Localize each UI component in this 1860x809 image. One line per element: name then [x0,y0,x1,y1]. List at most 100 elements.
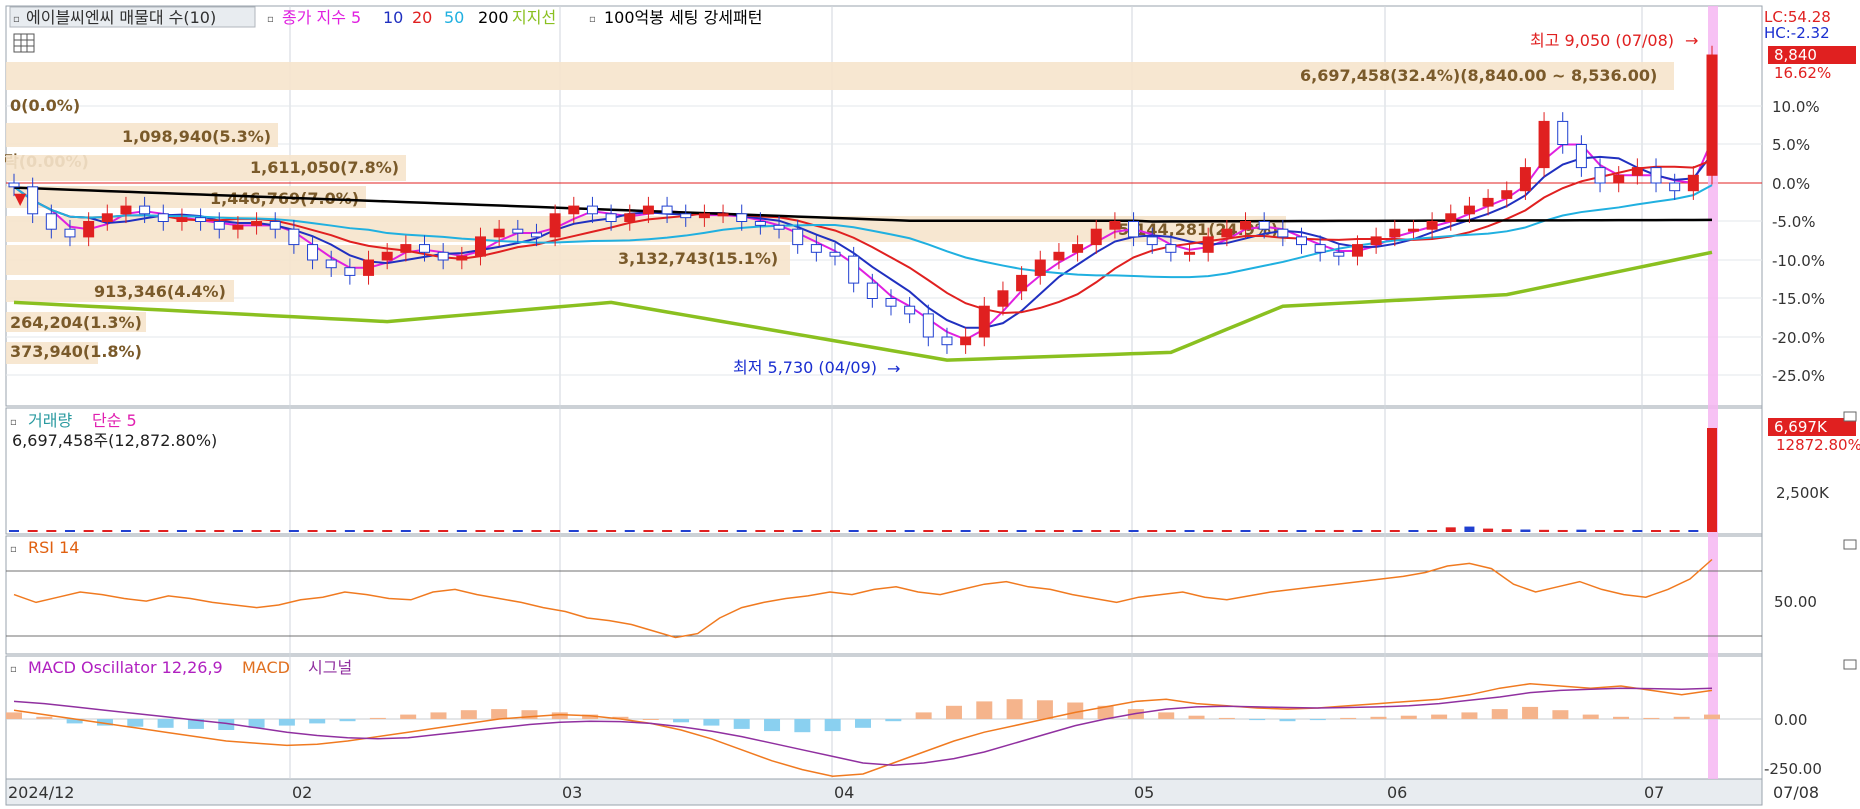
candle-body [624,213,636,223]
volume-bar [120,530,131,532]
signal-label: 시그널 [308,658,352,677]
volume-bar [1707,428,1717,532]
x-axis-label: 06 [1387,783,1407,802]
macd-oscillator-bar [764,719,781,732]
volume-bar [1576,529,1587,532]
macd-oscillator-bar [1431,714,1448,719]
high-arrow-icon: → [1685,31,1698,50]
price-ytick: -20.0% [1772,329,1825,347]
volume-bar [923,530,934,532]
macd-oscillator-bar [1036,700,1053,719]
x-axis-label: 04 [834,783,854,802]
volume-bar [232,530,243,532]
volume-bar [27,530,38,532]
volume-bar [1259,530,1270,532]
volume-close-icon[interactable] [1843,411,1857,422]
candle-body [1594,167,1606,184]
volume-bar [382,530,393,532]
volume-bar [680,530,691,532]
grid-toggle-icon[interactable] [13,33,35,53]
volume-value-text: 6,697,458주(12,872.80%) [12,431,217,450]
volume-square-icon: ▫ [10,417,17,428]
legend-item: 종가 지수 5 [282,8,361,27]
candle-body [381,251,393,261]
volume-panel-frame [5,407,1763,535]
candle-body [1258,221,1270,230]
volume-bar [1035,530,1046,532]
macd-oscillator-bar [6,712,22,719]
macd-oscillator-bar [945,705,962,719]
candle-body [512,228,524,234]
volume-bar [214,530,225,532]
candle-body [8,182,20,188]
candle-body [1333,251,1345,257]
volume-bar [811,530,822,532]
candle-body [269,221,281,230]
volume-pct-text: 12872.80% [1776,436,1860,454]
volume-bar [606,530,617,532]
rsi-close-icon[interactable] [1843,539,1857,550]
volume-bar [419,530,430,532]
candle-body [1613,174,1625,184]
volume-bar [1595,530,1606,532]
candle-body [474,236,486,257]
volume-bar [997,530,1008,532]
right-axis: LC:54.28 HC:-2.32 8,840 16.62% 10.0%5.0%… [1764,8,1860,778]
rsi-square-icon: ▫ [10,544,17,555]
candle-body [232,224,244,230]
candle-body [1426,221,1438,230]
current-price-text: 8,840 [1774,46,1817,64]
volume-bar [326,530,337,532]
volume-bar [736,530,747,532]
candle-body [437,251,449,261]
volume-bar [531,530,542,532]
candle-body [792,228,804,246]
candle-body [493,228,505,238]
candle-body [885,298,897,307]
volume-bar [288,530,299,532]
macd-close-icon[interactable] [1843,659,1857,670]
candle-body [363,259,375,276]
candle-body [195,217,207,222]
candle-body [288,228,300,246]
legend-item: 200 [478,8,509,27]
macd-oscillator-bar [855,719,871,728]
candle-body [680,213,692,219]
volume-bar [1427,530,1438,532]
volume-bar [1464,526,1475,532]
volume-bar [755,530,766,532]
volume-bar [1315,530,1326,532]
volume-profile-label: 264,204(1.3%) [10,313,142,332]
x-axis-right-label: 07/08 [1773,783,1819,802]
candle-body [45,213,57,230]
x-axis-label: 02 [292,783,312,802]
macd-oscillator-bar [794,719,811,733]
candle-body [456,255,468,261]
x-axis-label: 05 [1134,783,1154,802]
volume-bar [1501,529,1512,532]
volume-bar [624,530,635,532]
candle-body [1351,244,1363,257]
candle-body [400,244,412,253]
volume-bar [1669,530,1680,532]
candle-body [1538,120,1550,169]
candle-body [922,313,934,338]
volume-bar [587,530,598,532]
current-pct-text: 16.62% [1774,64,1831,82]
price-ytick: 10.0% [1772,98,1820,116]
macd-oscillator-bar [278,719,295,726]
candle-body [1184,251,1196,255]
candle-body [213,221,225,230]
legend-square-icon: ▫ [267,14,274,25]
candle-body [1575,144,1587,169]
volume-bar [1389,530,1400,532]
macd-oscillator-bar [1613,716,1630,719]
volume-bar [1408,530,1419,532]
volume-ytick: 2,500K [1776,484,1830,502]
macd-oscillator-bar [1491,709,1508,719]
volume-bar [475,530,486,532]
volume-bar [307,530,318,532]
candle-body [419,244,431,253]
candle-body [1482,197,1494,207]
macd-oscillator-bar [915,712,932,719]
